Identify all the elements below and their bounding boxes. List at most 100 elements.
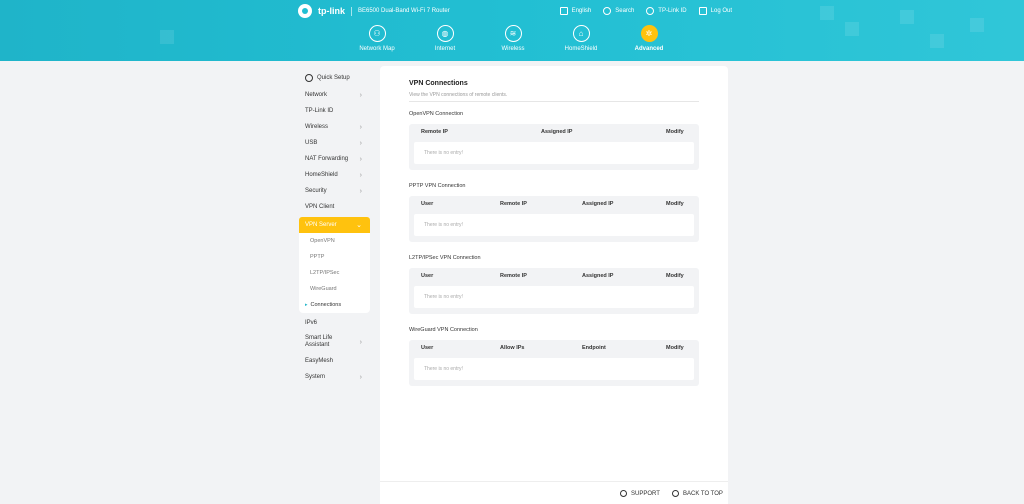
sidebar-item-wireless[interactable]: Wireless › (299, 119, 370, 135)
sidebar-group-vpn-server: VPN Server ⌄ OpenVPN PPTP L2TP/IPSec Wir… (299, 217, 370, 313)
sidebar-subitem-label: L2TP/IPSec (310, 270, 340, 276)
column-header: Allow IPs (500, 345, 525, 351)
table-body: There is no entry! (414, 286, 694, 308)
sidebar-subitem-label: WireGuard (310, 286, 337, 292)
sidebar-item-label: Smart Life Assistant (305, 335, 333, 348)
sidebar-item-security[interactable]: Security › (299, 183, 370, 199)
account-icon (646, 7, 655, 15)
column-header: Modify (666, 345, 684, 351)
sidebar-item-label: EasyMesh (305, 358, 334, 364)
wifi-icon: ≋ (504, 25, 522, 42)
empty-message: There is no entry! (424, 294, 463, 300)
sidebar-item-vpn-server[interactable]: VPN Server ⌄ (299, 217, 370, 233)
sidebar-item-label: Network (305, 92, 328, 98)
language-link[interactable]: English (559, 7, 591, 15)
sidebar-item-label: Security (305, 188, 327, 194)
empty-message: There is no entry! (424, 366, 463, 372)
nav-homeshield[interactable]: ⌂ HomeShield (546, 25, 616, 52)
support-link[interactable]: SUPPORT (620, 490, 660, 497)
table-pptp: User Remote IP Assigned IP Modify There … (409, 196, 699, 242)
homeshield-icon: ⌂ (572, 25, 590, 42)
sidebar-item-system[interactable]: System › (299, 369, 370, 385)
globe-icon: ◍ (436, 25, 454, 42)
search-label: Search (615, 8, 635, 14)
chevron-right-icon: › (359, 187, 362, 195)
sidebar-item-homeshield[interactable]: HomeShield › (299, 167, 370, 183)
sidebar-item-ipv6[interactable]: IPv6 (299, 315, 370, 331)
back-to-top-link[interactable]: BACK TO TOP (672, 490, 723, 497)
gear-icon: ✲ (640, 25, 658, 42)
sidebar-item-vpn-client[interactable]: VPN Client (299, 199, 370, 215)
table-wireguard: User Allow IPs Endpoint Modify There is … (409, 340, 699, 386)
section-title-openvpn: OpenVPN Connection (409, 111, 464, 117)
sidebar-item-label: VPN Server (305, 222, 337, 228)
divider (409, 101, 699, 102)
column-header: Modify (666, 273, 684, 279)
sidebar-item-quick-setup[interactable]: Quick Setup (299, 69, 370, 87)
chevron-right-icon: › (359, 123, 362, 131)
sidebar-subitem-wireguard[interactable]: WireGuard (299, 281, 370, 297)
nav-label: Internet (434, 46, 456, 52)
column-header: Assigned IP (541, 129, 573, 135)
table-body: There is no entry! (414, 358, 694, 380)
header-pattern (900, 10, 914, 24)
logout-label: Log Out (710, 8, 732, 14)
content-panel: VPN Connections View the VPN connections… (380, 66, 728, 504)
tplink-id-link[interactable]: TP-Link ID (646, 7, 687, 15)
sidebar: Quick Setup Network › TP-Link ID Wireles… (299, 69, 370, 385)
sidebar-item-easymesh[interactable]: EasyMesh (299, 353, 370, 369)
sidebar-item-label: NAT Forwarding (305, 156, 349, 162)
sidebar-item-label: IPv6 (305, 320, 318, 326)
sidebar-item-nat-forwarding[interactable]: NAT Forwarding › (299, 151, 370, 167)
tplink-id-label: TP-Link ID (658, 8, 687, 14)
quick-setup-icon (305, 74, 313, 82)
header-pattern (820, 6, 834, 20)
brand-logo[interactable]: tp-link BE6500 Dual-Band Wi-Fi 7 Router (298, 4, 450, 18)
sidebar-item-smart-life[interactable]: Smart Life Assistant › (299, 331, 370, 353)
sidebar-item-label: Quick Setup (317, 75, 350, 81)
page-title: VPN Connections (409, 80, 468, 87)
nav-label: Advanced (634, 46, 664, 52)
empty-message: There is no entry! (424, 222, 463, 228)
support-label: SUPPORT (631, 490, 660, 497)
table-openvpn: Remote IP Assigned IP Modify There is no… (409, 124, 699, 170)
nav-internet[interactable]: ◍ Internet (410, 25, 480, 52)
chevron-down-icon: ⌄ (356, 222, 362, 229)
nav-advanced[interactable]: ✲ Advanced (614, 25, 684, 52)
nav-label: Network Map (359, 46, 395, 52)
table-body: There is no entry! (414, 142, 694, 164)
column-header: Assigned IP (582, 273, 614, 279)
search-link[interactable]: Search (603, 7, 634, 15)
sidebar-subitem-l2tp[interactable]: L2TP/IPSec (299, 265, 370, 281)
nav-network-map[interactable]: ⚇ Network Map (342, 25, 412, 52)
active-indicator-icon: ▸ (305, 302, 308, 308)
sidebar-subitem-connections[interactable]: ▸ Connections (299, 297, 370, 313)
headset-icon (620, 490, 627, 497)
page-description: View the VPN connections of remote clien… (409, 92, 508, 98)
footer: SUPPORT BACK TO TOP (380, 481, 728, 504)
chevron-right-icon: › (359, 338, 362, 346)
sidebar-subitem-label: PPTP (310, 254, 325, 260)
nav-wireless[interactable]: ≋ Wireless (478, 25, 548, 52)
table-l2tp: User Remote IP Assigned IP Modify There … (409, 268, 699, 314)
empty-message: There is no entry! (424, 150, 463, 156)
sidebar-item-usb[interactable]: USB › (299, 135, 370, 151)
logout-link[interactable]: Log Out (698, 7, 732, 15)
sidebar-item-label: Wireless (305, 124, 329, 130)
nav-label: HomeShield (564, 46, 598, 52)
top-links: English Search TP-Link ID Log Out (559, 7, 732, 15)
main-nav: ⚇ Network Map ◍ Internet ≋ Wireless ⌂ Ho… (0, 25, 1024, 55)
sidebar-item-tplink-id[interactable]: TP-Link ID (299, 103, 370, 119)
sidebar-item-label: HomeShield (305, 172, 338, 178)
sidebar-subitem-openvpn[interactable]: OpenVPN (299, 233, 370, 249)
column-header: Modify (666, 201, 684, 207)
column-header: User (421, 273, 434, 279)
brand-name: tp-link (318, 6, 345, 16)
sidebar-item-label: System (305, 374, 326, 380)
sidebar-item-network[interactable]: Network › (299, 87, 370, 103)
nav-label: Wireless (501, 46, 525, 52)
sidebar-item-label: USB (305, 140, 318, 146)
section-title-pptp: PPTP VPN Connection (409, 183, 466, 189)
sidebar-subitem-pptp[interactable]: PPTP (299, 249, 370, 265)
column-header: User (421, 201, 434, 207)
